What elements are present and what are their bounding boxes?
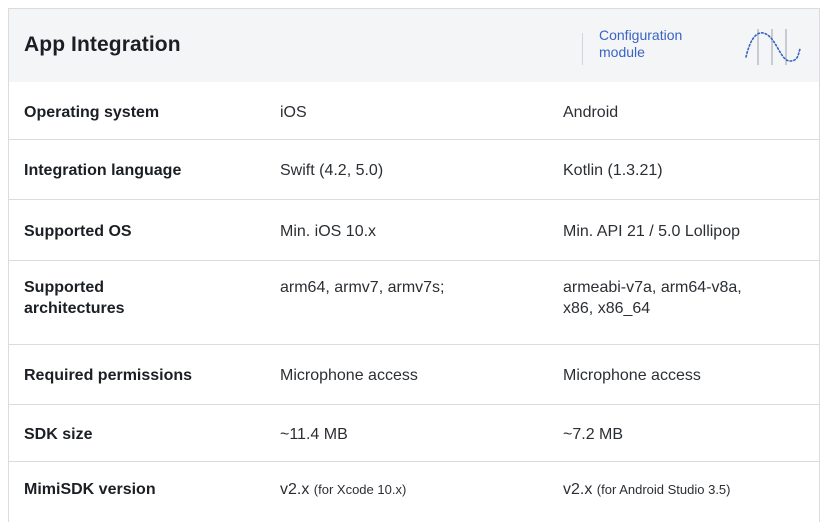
- table-row: Required permissions Microphone access M…: [9, 345, 819, 405]
- row-label: Operating system: [24, 104, 160, 121]
- ios-version: v2.x: [280, 481, 310, 498]
- ios-version-note: (for Xcode 10.x): [313, 482, 407, 497]
- table-row: Supported OS Min. iOS 10.x Min. API 21 /…: [9, 200, 819, 261]
- page-title: App Integration: [24, 33, 181, 56]
- android-value: v2.x (for Android Studio 3.5): [563, 479, 813, 500]
- row-label: Integration language: [24, 162, 182, 179]
- module-label: Configuration module: [599, 27, 729, 61]
- ios-value: Microphone access: [280, 367, 418, 384]
- table-body: Operating system iOS Android Integration…: [9, 82, 819, 522]
- waveform-logo-icon: [745, 29, 801, 65]
- integration-table: App Integration Configuration module Ope…: [8, 8, 820, 522]
- table-header: App Integration Configuration module: [9, 9, 819, 82]
- row-label: MimiSDK version: [24, 481, 156, 498]
- android-value: Min. API 21 / 5.0 Lollipop: [563, 223, 740, 240]
- header-divider: [582, 33, 583, 65]
- row-label: Supported OS: [24, 223, 132, 240]
- module-label-line2: module: [599, 44, 645, 60]
- row-label: Required permissions: [24, 367, 193, 384]
- table-row: Integration language Swift (4.2, 5.0) Ko…: [9, 140, 819, 200]
- table-row: Operating system iOS Android: [9, 82, 819, 140]
- table-row: MimiSDK version v2.x (for Xcode 10.x) v2…: [9, 462, 819, 522]
- android-value: ~7.2 MB: [563, 426, 624, 443]
- row-label-line2: architectures: [24, 300, 125, 317]
- android-value: armeabi-v7a, arm64-v8a, x86, x86_64: [563, 277, 813, 319]
- android-value: Android: [563, 104, 619, 121]
- row-label-line1: Supported: [24, 279, 104, 296]
- row-label: Supported architectures: [24, 277, 239, 319]
- ios-value: iOS: [280, 104, 307, 121]
- table-row: Supported architectures arm64, armv7, ar…: [9, 261, 819, 345]
- android-value: Kotlin (1.3.21): [563, 162, 663, 179]
- ios-value: Min. iOS 10.x: [280, 223, 377, 240]
- ios-value: ~11.4 MB: [280, 426, 348, 443]
- android-version-note: (for Android Studio 3.5): [596, 482, 731, 497]
- table-row: SDK size ~11.4 MB ~7.2 MB: [9, 405, 819, 462]
- ios-value: arm64, armv7, armv7s;: [280, 279, 445, 296]
- android-value: Microphone access: [563, 367, 701, 384]
- android-value-line1: armeabi-v7a, arm64-v8a,: [563, 279, 742, 296]
- ios-value: v2.x (for Xcode 10.x): [280, 479, 540, 500]
- android-version: v2.x: [563, 481, 593, 498]
- module-label-line1: Configuration: [599, 27, 683, 43]
- ios-value: Swift (4.2, 5.0): [280, 162, 384, 179]
- android-value-line2: x86, x86_64: [563, 300, 651, 317]
- row-label: SDK size: [24, 426, 93, 443]
